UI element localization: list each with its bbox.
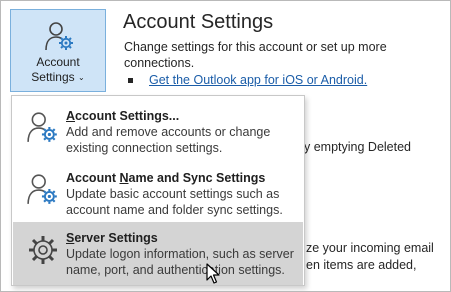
menu-item-description: Update logon information, such as server… — [66, 247, 294, 277]
page-description: Change settings for this account or set … — [124, 40, 387, 70]
menu-item-title: Account Settings... — [66, 109, 180, 123]
menu-item-description: Update basic account settings such as ac… — [66, 187, 283, 217]
account-settings-label-line1: Account — [36, 55, 80, 69]
user-gear-icon — [45, 22, 73, 51]
account-settings-menu: Account Settings... Add and remove accou… — [11, 95, 305, 286]
mouse-cursor-icon — [206, 263, 220, 284]
mailbox-text-2: en items are added, — [306, 258, 417, 272]
account-settings-label-line2: Settings ⌄ — [31, 70, 85, 84]
user-gear-icon — [27, 174, 57, 204]
chevron-down-icon: ⌄ — [78, 73, 85, 82]
menu-item-description: Add and remove accounts or change existi… — [66, 125, 271, 155]
account-settings-button[interactable]: Account Settings ⌄ — [10, 9, 106, 92]
menu-item-account-settings[interactable]: Account Settings... Add and remove accou… — [13, 100, 303, 163]
gear-icon — [29, 236, 57, 264]
app-frame: Account Settings Change settings for thi… — [0, 0, 451, 292]
menu-item-server-settings[interactable]: Server Settings Update logon information… — [13, 222, 303, 285]
outlook-app-link[interactable]: Get the Outlook app for iOS or Android. — [149, 73, 367, 87]
menu-item-title: Server Settings — [66, 231, 158, 245]
mailbox-text: ze your incoming email — [306, 241, 434, 255]
bullet — [128, 78, 133, 83]
user-gear-icon — [27, 112, 57, 142]
cleanup-text: y emptying Deleted — [304, 140, 412, 154]
menu-item-account-name-sync[interactable]: Account Name and Sync Settings Update ba… — [13, 162, 303, 225]
account-settings-label: Account Settings ⌄ — [11, 55, 105, 85]
page-title: Account Settings — [123, 11, 274, 33]
menu-item-title: Account Name and Sync Settings — [66, 171, 266, 185]
